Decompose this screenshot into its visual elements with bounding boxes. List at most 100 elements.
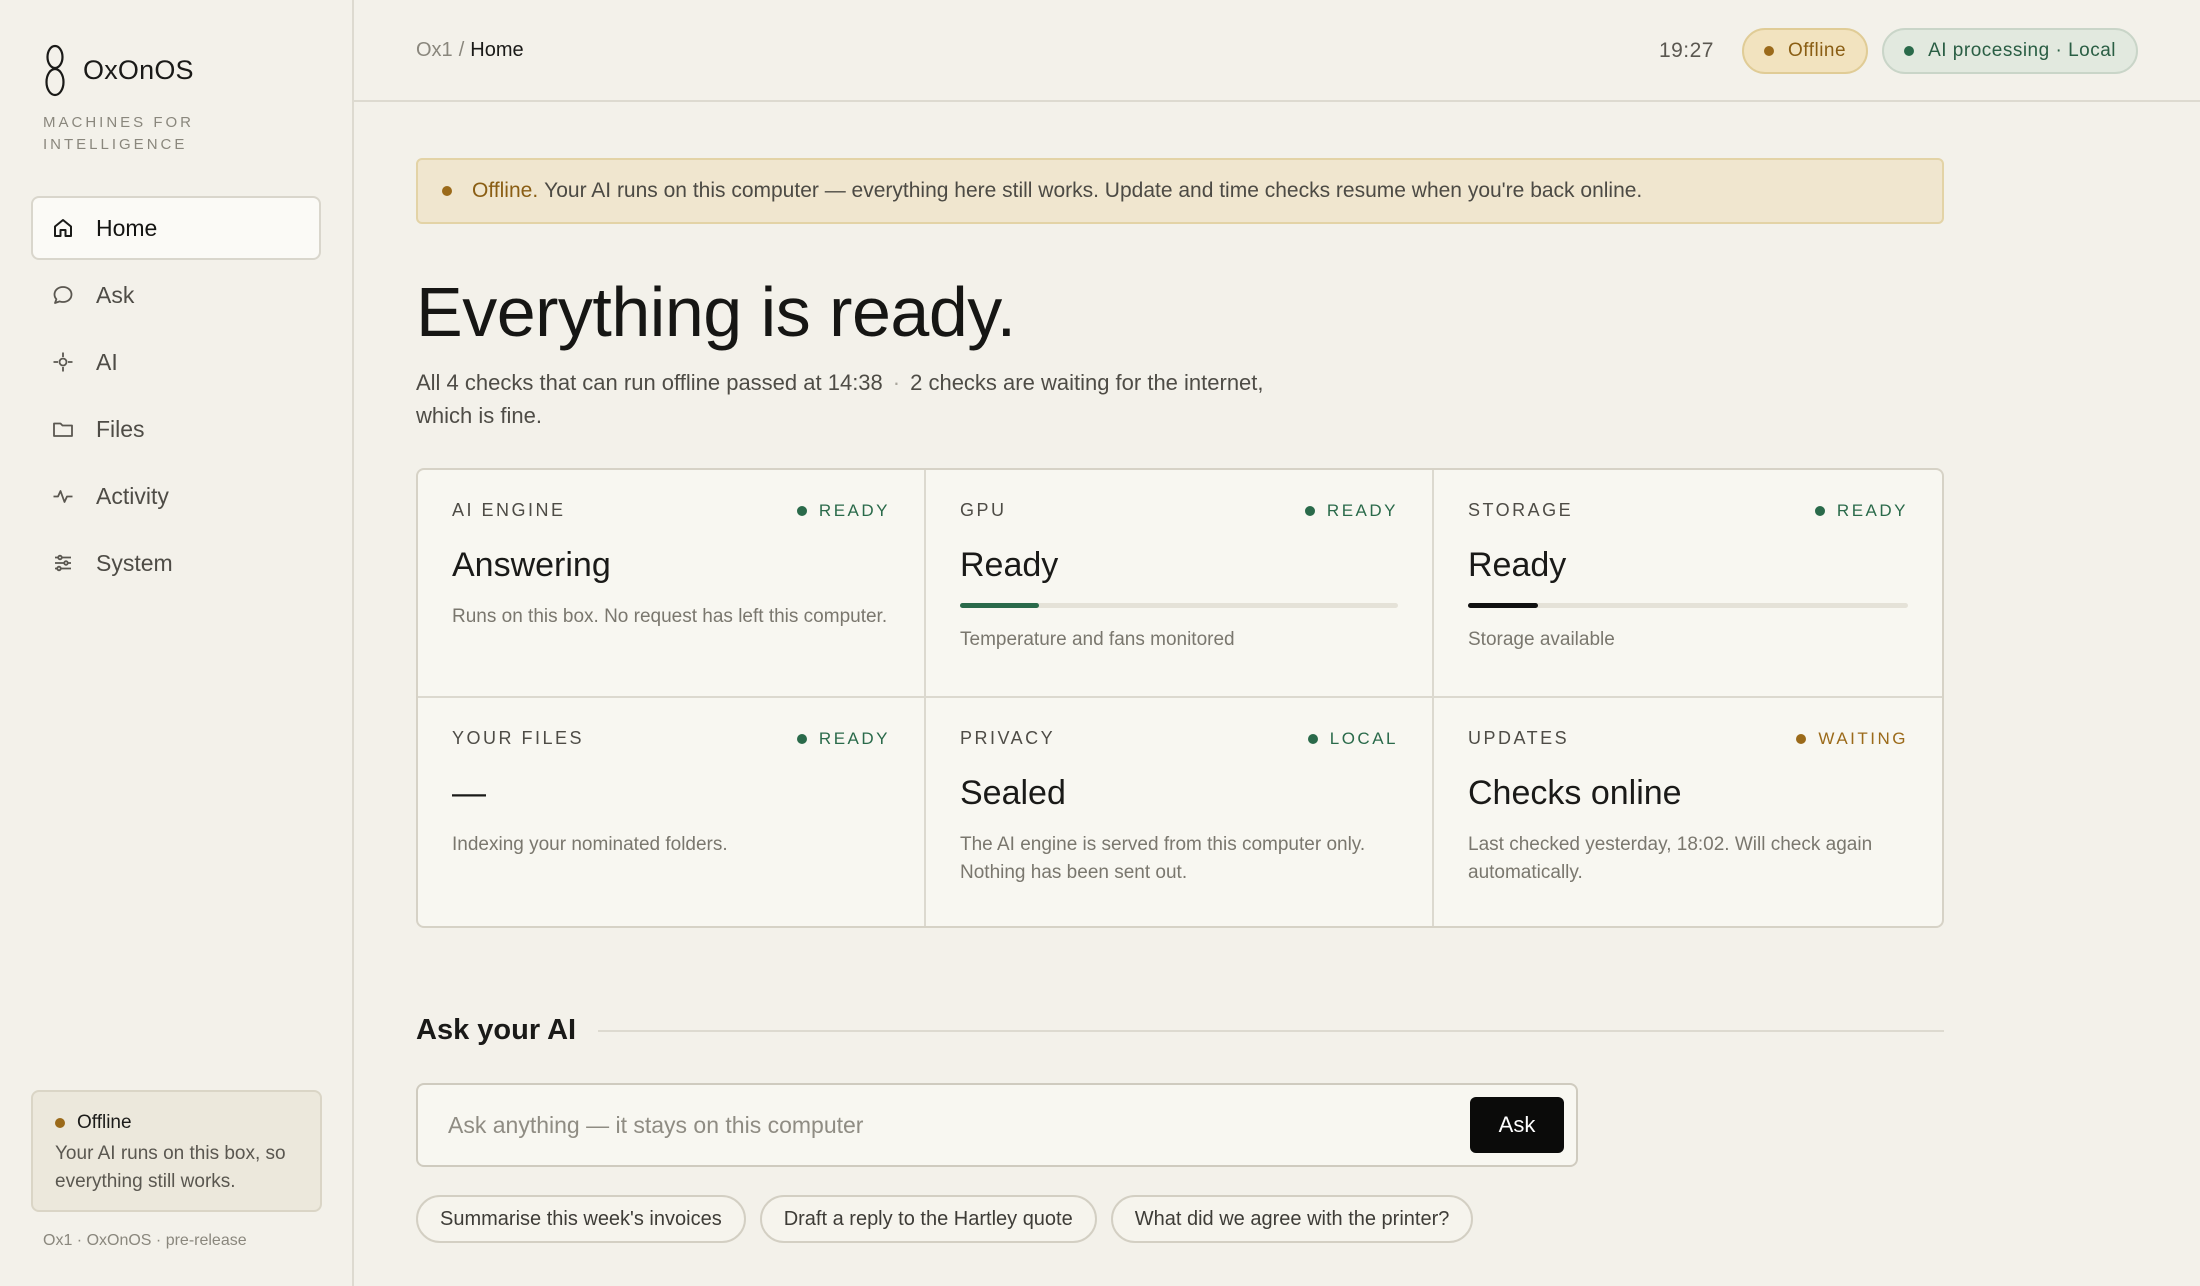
sliders-icon	[49, 549, 77, 577]
card-label: PRIVACY	[960, 728, 1056, 748]
status-badge: LOCAL	[1307, 728, 1398, 749]
ask-input[interactable]	[448, 1111, 1470, 1139]
subtitle-separator: ·	[892, 370, 901, 395]
card-value: Answering	[452, 546, 611, 584]
suggestion-chip[interactable]: Summarise this week's invoices	[416, 1195, 746, 1243]
card-desc: Indexing your nominated folders.	[452, 834, 728, 855]
sidebar: OxOnOS MACHINES FOR INTELLIGENCE Home As…	[0, 0, 354, 1286]
card-gpu[interactable]: GPU READY Ready Temperature and fans mon…	[926, 470, 1434, 698]
breadcrumb-separator: /	[458, 38, 465, 61]
status-badge-text: WAITING	[1818, 728, 1908, 748]
card-value: Checks online	[1468, 774, 1682, 812]
pulse-icon	[49, 482, 77, 510]
suggestion-chip[interactable]: Draft a reply to the Hartley quote	[759, 1195, 1097, 1243]
status-dot-icon	[1304, 505, 1315, 516]
card-your-files[interactable]: YOUR FILES READY — Indexing your nominat…	[418, 698, 926, 926]
card-updates[interactable]: UPDATES WAITING Checks online Last check…	[1434, 698, 1942, 926]
status-badge-text: READY	[818, 728, 890, 748]
sidebar-offline-status: Offline Your AI runs on this box, so eve…	[31, 1090, 322, 1212]
card-ai-engine[interactable]: AI ENGINE READY Answering Runs on this b…	[418, 470, 926, 698]
card-value: Sealed	[960, 774, 1066, 812]
card-storage[interactable]: STORAGE READY Ready Storage available	[1434, 470, 1942, 698]
offline-pill-label: Offline	[1788, 40, 1847, 61]
sidebar-item-label: AI	[96, 348, 118, 375]
status-badge-text: READY	[1836, 500, 1908, 520]
ask-section-title: Ask your AI	[416, 1014, 577, 1046]
sidebar-item-home[interactable]: Home	[31, 196, 321, 260]
ask-box: Ask	[416, 1083, 1578, 1167]
divider	[598, 1029, 1944, 1032]
subtitle-part-a: All 4 checks that can run offline passed…	[416, 370, 883, 395]
status-dot-icon	[1796, 733, 1807, 744]
status-dot-icon	[1764, 46, 1774, 56]
status-badge: READY	[796, 728, 890, 749]
card-desc: Storage available	[1468, 629, 1615, 650]
status-dot-icon	[796, 505, 807, 516]
status-badge: READY	[1304, 500, 1398, 521]
content: Offline. Your AI runs on this computer —…	[416, 158, 1944, 1243]
status-badge-text: READY	[1326, 500, 1398, 520]
card-value: Ready	[960, 546, 1059, 584]
card-label: AI ENGINE	[452, 500, 566, 520]
sidebar-item-label: Ask	[96, 281, 135, 308]
sidebar-item-label: Files	[96, 415, 145, 442]
ai-processing-pill-label: AI processing · Local	[1928, 40, 2116, 61]
status-badge-text: READY	[818, 500, 890, 520]
sidebar-item-label: Activity	[96, 482, 169, 509]
card-value: —	[452, 774, 486, 812]
ai-processing-pill[interactable]: AI processing · Local	[1882, 28, 2138, 74]
status-dot-icon	[1307, 733, 1318, 744]
status-dot-icon	[55, 1118, 65, 1128]
oxonos-logo-icon	[45, 44, 65, 97]
gpu-usage-bar-fill	[960, 603, 1039, 608]
main-area: Ox1/Home 19:27 Offline AI processing · L…	[354, 0, 2200, 1286]
sidebar-nav: Home Ask AI Files Activity System	[31, 196, 321, 595]
status-grid: AI ENGINE READY Answering Runs on this b…	[416, 468, 1944, 928]
sidebar-item-ai[interactable]: AI	[31, 330, 321, 394]
sidebar-item-label: Home	[96, 214, 158, 241]
sparkle-icon	[49, 348, 77, 376]
card-desc: Runs on this box. No request has left th…	[452, 606, 888, 627]
sidebar-status-text: Your AI runs on this box, so everything …	[55, 1143, 286, 1192]
status-dot-icon	[442, 186, 452, 196]
card-label: YOUR FILES	[452, 728, 585, 748]
offline-pill[interactable]: Offline	[1742, 28, 1869, 74]
chat-bubble-icon	[49, 281, 77, 309]
card-desc: The AI engine is served from this comput…	[960, 834, 1366, 883]
sidebar-footer: Ox1 · OxOnOS · pre-release	[43, 1232, 247, 1249]
status-badge-text: LOCAL	[1329, 728, 1398, 748]
banner-text: Your AI runs on this computer — everythi…	[544, 179, 1643, 202]
status-dot-icon	[796, 733, 807, 744]
sidebar-item-activity[interactable]: Activity	[31, 464, 321, 528]
ask-section: Ask your AI Ask Summarise this week's in…	[416, 1014, 1944, 1243]
clock: 19:27	[1658, 39, 1714, 62]
card-desc: Last checked yesterday, 18:02. Will chec…	[1468, 834, 1873, 883]
storage-usage-bar	[1468, 603, 1908, 608]
sidebar-item-files[interactable]: Files	[31, 397, 321, 461]
home-icon	[49, 214, 77, 242]
card-value: Ready	[1468, 546, 1567, 584]
ask-button[interactable]: Ask	[1470, 1097, 1564, 1153]
page-subtitle: All 4 checks that can run offline passed…	[416, 366, 1276, 432]
card-label: UPDATES	[1468, 728, 1570, 748]
sidebar-status-title: Offline	[77, 1112, 132, 1133]
breadcrumb-root[interactable]: Ox1	[416, 39, 453, 61]
suggestion-chip[interactable]: What did we agree with the printer?	[1110, 1195, 1474, 1243]
page-title: Everything is ready.	[416, 273, 1016, 351]
sidebar-item-ask[interactable]: Ask	[31, 263, 321, 327]
card-label: STORAGE	[1468, 500, 1574, 520]
app-root: OxOnOS MACHINES FOR INTELLIGENCE Home As…	[0, 0, 2200, 1286]
breadcrumb-current: Home	[470, 38, 524, 61]
sidebar-item-system[interactable]: System	[31, 531, 321, 595]
brand: OxOnOS	[31, 40, 321, 100]
topbar: Ox1/Home 19:27 Offline AI processing · L…	[354, 0, 2200, 102]
brand-name: OxOnOS	[83, 54, 194, 85]
status-badge: WAITING	[1796, 729, 1908, 749]
card-privacy[interactable]: PRIVACY LOCAL Sealed The AI engine is se…	[926, 698, 1434, 926]
status-badge: READY	[796, 500, 890, 521]
topbar-status: 19:27 Offline AI processing · Local	[1659, 28, 2138, 74]
brand-tagline: MACHINES FOR INTELLIGENCE	[43, 114, 195, 153]
card-desc: Temperature and fans monitored	[960, 629, 1235, 650]
gpu-usage-bar	[960, 603, 1398, 608]
status-badge: READY	[1814, 500, 1908, 521]
